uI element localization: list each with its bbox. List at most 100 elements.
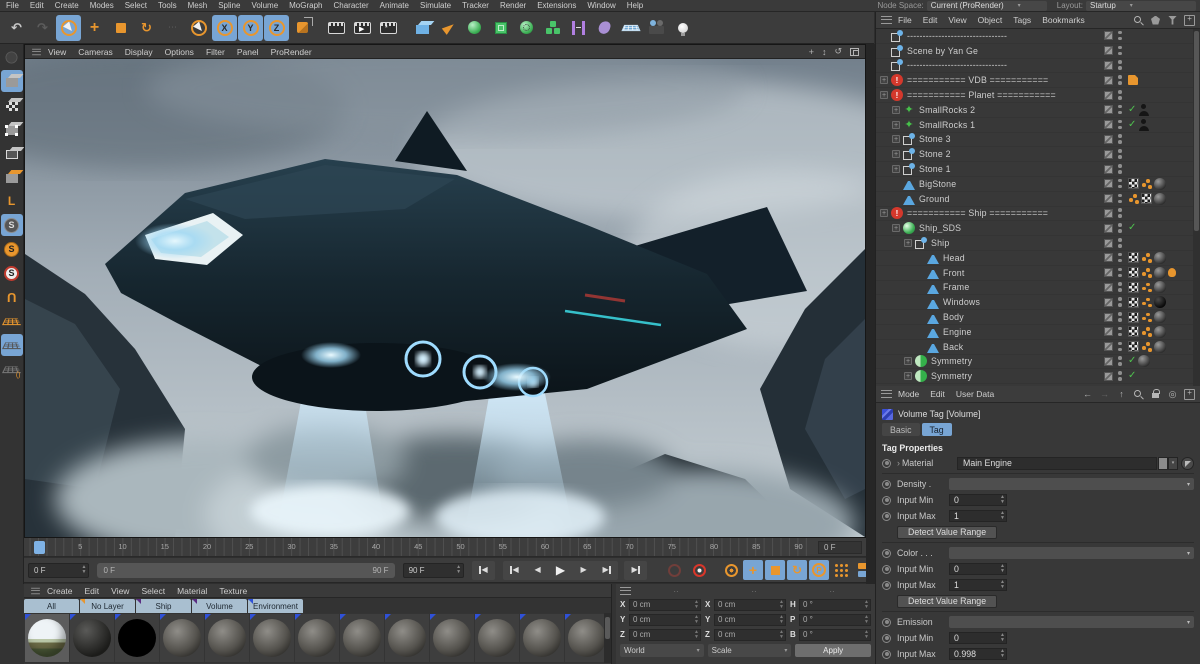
attribute-add-panel-icon[interactable] <box>1184 388 1195 400</box>
expand-toggle-icon[interactable]: + <box>892 224 900 233</box>
menu-modes[interactable]: Modes <box>90 1 114 10</box>
play-icon[interactable]: ▶ <box>549 561 572 580</box>
lock-workplane-icon[interactable] <box>0 334 23 356</box>
material-hamburger-icon[interactable] <box>31 587 40 594</box>
edit-toggle-icon[interactable] <box>1104 75 1113 85</box>
spline-modifier-icon[interactable] <box>566 15 591 41</box>
material-dropdown-icon[interactable]: ▾ <box>1168 456 1178 470</box>
texture-mode-icon[interactable] <box>1 94 23 116</box>
workplane-icon[interactable] <box>1 310 23 332</box>
timeline-ruler[interactable]: 051015202530354045505560657075808590 0 F <box>24 538 866 557</box>
key-pla-icon[interactable] <box>831 560 851 580</box>
menu-tools[interactable]: Tools <box>158 1 177 10</box>
material-thumbnail[interactable] <box>340 614 384 662</box>
object-manager-hamburger-icon[interactable] <box>881 16 892 24</box>
lock-x-axis-icon[interactable]: X <box>212 14 237 41</box>
edit-toggle-icon[interactable] <box>1104 179 1113 189</box>
layer-tab-all[interactable]: All <box>24 599 79 613</box>
align-workplane-icon[interactable]: () <box>1 358 23 380</box>
environment-floor-icon[interactable] <box>618 15 643 41</box>
expand-toggle-icon[interactable]: + <box>904 372 912 381</box>
menu-tracker[interactable]: Tracker <box>462 1 489 10</box>
autokeying-icon[interactable] <box>663 561 686 580</box>
mat-tag-icon[interactable] <box>1154 266 1166 279</box>
menu-edit[interactable]: Edit <box>30 1 44 10</box>
menu-extensions[interactable]: Extensions <box>537 1 576 10</box>
layout-dropdown[interactable]: Startup ▾ <box>1086 0 1196 11</box>
coordinate-space-dropdown[interactable]: World ▾ <box>620 644 704 657</box>
preview-range-slider[interactable]: 0 F 90 F <box>97 562 395 578</box>
object-row[interactable]: + Ship <box>876 236 1200 251</box>
visibility-dots-icon[interactable] <box>1118 178 1122 189</box>
back-icon[interactable]: ← <box>1082 389 1093 400</box>
redo-icon[interactable]: ↷ <box>30 15 55 41</box>
note-tag-icon[interactable] <box>1128 75 1138 86</box>
object-row[interactable]: Head <box>876 251 1200 266</box>
coordinate-field[interactable]: 0 ° ▲ ▼ <box>799 628 871 641</box>
menu-create[interactable]: Create <box>55 1 79 10</box>
edit-toggle-icon[interactable] <box>1104 194 1113 204</box>
edit-toggle-icon[interactable] <box>1104 371 1113 381</box>
key-circle-icon[interactable] <box>882 479 891 489</box>
visibility-dots-icon[interactable] <box>1118 238 1122 248</box>
phong-tag-icon[interactable] <box>1128 193 1139 204</box>
key-circle-icon[interactable] <box>882 495 891 505</box>
edit-toggle-icon[interactable] <box>1104 46 1113 56</box>
phong-tag-icon[interactable] <box>1141 267 1152 278</box>
layer-tab-environment[interactable]: Environment <box>248 599 303 613</box>
edit-toggle-icon[interactable] <box>1104 223 1113 233</box>
visibility-dots-icon[interactable] <box>1118 134 1122 144</box>
uv-tag-icon[interactable] <box>1128 296 1139 308</box>
object-row[interactable]: + ✦ SmallRocks 1 ✓ <box>876 118 1200 133</box>
key-circle-icon[interactable] <box>882 633 891 643</box>
expand-toggle-icon[interactable]: + <box>892 165 900 174</box>
search-icon[interactable] <box>1133 15 1144 26</box>
record-active-objects-icon[interactable] <box>688 561 711 580</box>
layer-tab-volume[interactable]: Volume <box>192 599 247 613</box>
material-thumbnail[interactable] <box>430 614 474 662</box>
gradient-dropdown[interactable]: ▾ <box>949 547 1194 559</box>
forward-icon[interactable]: → <box>1099 389 1110 400</box>
light-icon[interactable] <box>670 15 695 41</box>
expand-toggle-icon[interactable]: + <box>904 239 912 248</box>
enabled-check-icon[interactable]: ✓ <box>1128 356 1136 366</box>
add-panel-icon[interactable] <box>1184 14 1195 26</box>
uv-tag-icon[interactable] <box>1128 311 1139 323</box>
mat-tag-icon[interactable] <box>1154 340 1166 353</box>
scale-icon[interactable] <box>108 15 133 41</box>
edit-toggle-icon[interactable] <box>1104 60 1113 70</box>
phong-tag-icon[interactable] <box>1141 326 1152 337</box>
object-row[interactable]: -------------------------------- <box>876 59 1200 74</box>
object-row[interactable]: Body <box>876 310 1200 325</box>
coordinate-field[interactable]: 0 cm ▲ ▼ <box>629 613 701 626</box>
object-row[interactable]: + Symmetry ✓ <box>876 369 1200 385</box>
coordinate-field[interactable]: 0 cm ▲ ▼ <box>629 628 701 641</box>
visibility-dots-icon[interactable] <box>1118 326 1122 337</box>
value-field[interactable]: 0 ▲ ▼ <box>949 494 1007 506</box>
material-menu-texture[interactable]: Texture <box>219 586 247 596</box>
key-circle-icon[interactable] <box>882 617 891 627</box>
visibility-dots-icon[interactable] <box>1118 267 1122 278</box>
make-editable-icon[interactable] <box>1 46 23 68</box>
mat-tag-icon[interactable] <box>1154 311 1166 324</box>
mat-tag-icon[interactable] <box>1154 325 1166 338</box>
gradient-dropdown[interactable]: ▾ <box>949 478 1194 490</box>
generator-icon[interactable] <box>488 15 513 41</box>
key-circle-icon[interactable] <box>882 580 891 590</box>
material-thumbnail[interactable] <box>565 614 609 662</box>
apply-button[interactable]: Apply <box>795 644 872 657</box>
material-thumbnail[interactable] <box>115 614 159 662</box>
viewport-canvas[interactable] <box>25 59 865 537</box>
menu-window[interactable]: Window <box>587 1 615 10</box>
render-settings-icon[interactable]: * <box>376 15 401 41</box>
point-mode-icon[interactable] <box>1 118 23 140</box>
tab-tag[interactable]: Tag <box>921 423 952 436</box>
spline-pen-icon[interactable] <box>436 15 461 41</box>
key-circle-icon[interactable] <box>882 564 891 574</box>
dolly-view-icon[interactable]: ↕ <box>822 47 827 57</box>
menu-spline[interactable]: Spline <box>218 1 240 10</box>
menu-file[interactable]: File <box>6 1 19 10</box>
mat-tag-icon[interactable] <box>1154 281 1166 294</box>
selection-icon[interactable] <box>186 15 211 41</box>
uv-tag-icon[interactable] <box>1128 178 1139 190</box>
